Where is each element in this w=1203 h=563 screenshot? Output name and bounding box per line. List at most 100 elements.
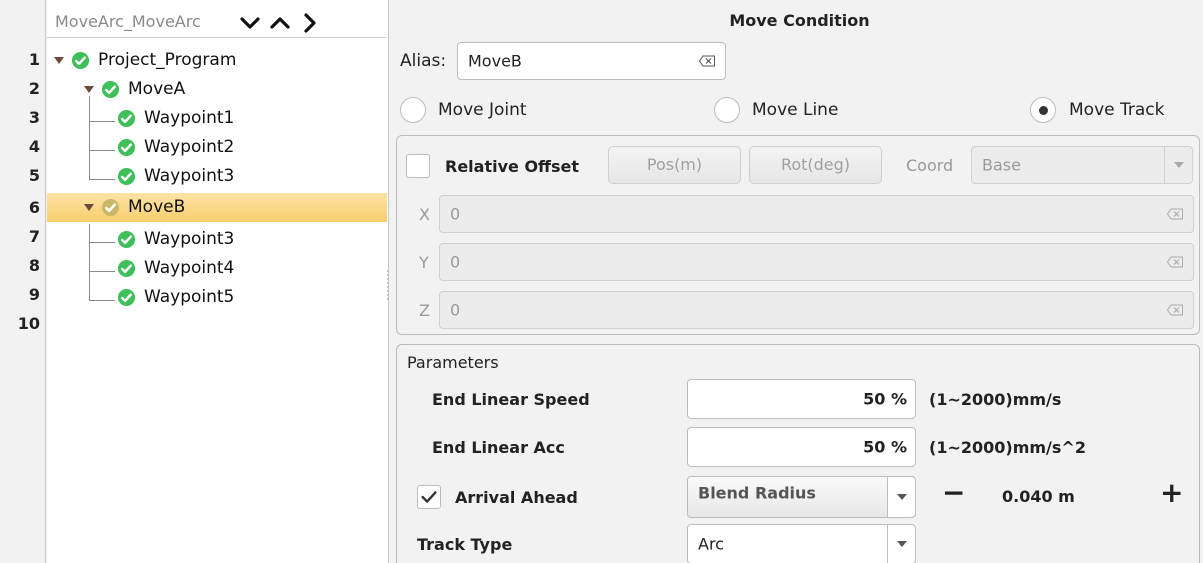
x-label: X	[419, 205, 430, 224]
track-type-select[interactable]: Arc	[687, 524, 916, 563]
coord-dropdown-arrow[interactable]	[1164, 147, 1192, 183]
move-track-radio[interactable]	[1030, 97, 1056, 123]
clear-icon[interactable]	[1167, 304, 1183, 316]
caret-down-icon	[1174, 162, 1184, 168]
check-circle-icon	[117, 230, 136, 248]
arrival-ahead-checkbox[interactable]	[417, 485, 441, 509]
tree-row-project-program[interactable]: Project_Program	[47, 46, 387, 75]
check-circle-icon	[117, 259, 136, 277]
chevron-up-icon[interactable]	[267, 10, 293, 36]
z-label: Z	[419, 301, 430, 320]
tree-node-label: Project_Program	[98, 50, 237, 70]
move-condition-panel: Move Condition Alias: MoveB Move Joint M…	[396, 0, 1203, 563]
tree-row-waypoint[interactable]: Waypoint2	[47, 133, 387, 162]
parameters-group: Parameters End Linear Speed 50 % (1~2000…	[396, 344, 1200, 563]
tree-node-label: Waypoint1	[144, 108, 235, 128]
caret-down-icon	[897, 494, 907, 500]
plus-button[interactable]: +	[1160, 476, 1183, 510]
line-number: 9	[28, 285, 40, 304]
clear-icon[interactable]	[1167, 208, 1183, 220]
track-type-label: Track Type	[417, 535, 513, 554]
move-line-label: Move Line	[752, 100, 839, 120]
caret-down-icon[interactable]	[83, 201, 95, 213]
z-input[interactable]: 0	[439, 291, 1194, 329]
arrival-ahead-label: Arrival Ahead	[455, 488, 578, 507]
clear-icon[interactable]	[1167, 256, 1183, 268]
tree-title: MoveArc_MoveArc	[55, 12, 201, 31]
tree-row-waypoint[interactable]: Waypoint3	[47, 225, 387, 254]
tree-node-label: Waypoint3	[144, 166, 235, 186]
y-input[interactable]: 0	[439, 243, 1194, 281]
caret-down-icon	[897, 541, 907, 547]
z-value: 0	[450, 300, 461, 320]
line-number: 8	[28, 256, 40, 275]
coord-select[interactable]: Base	[971, 146, 1193, 184]
x-value: 0	[450, 204, 461, 224]
chevron-right-icon[interactable]	[297, 10, 323, 36]
alias-input[interactable]: MoveB	[457, 42, 726, 80]
line-number: 10	[17, 314, 40, 333]
relative-offset-label: Relative Offset	[445, 157, 580, 176]
check-circle-icon	[117, 167, 136, 185]
line-number: 2	[28, 79, 40, 98]
relative-offset-group: Relative Offset Pos(m) Rot(deg) Coord Ba…	[396, 135, 1200, 335]
line-number: 5	[28, 166, 40, 185]
program-tree-panel: 1 2 3 4 5 6 7 8 9 10 MoveArc_MoveArc Pro…	[0, 0, 389, 563]
tree-node-label: Waypoint3	[144, 229, 235, 249]
end-linear-acc-input[interactable]: 50 %	[687, 427, 916, 467]
move-joint-radio[interactable]	[400, 97, 426, 123]
line-number: 6	[28, 198, 40, 217]
line-number: 1	[28, 50, 40, 69]
end-linear-speed-value: 50 %	[863, 389, 907, 409]
y-label: Y	[419, 253, 429, 272]
end-linear-acc-value: 50 %	[863, 437, 907, 457]
rot-button[interactable]: Rot(deg)	[749, 146, 882, 184]
move-line-radio[interactable]	[714, 97, 740, 123]
relative-offset-checkbox[interactable]	[406, 154, 430, 178]
tree-row-moveb[interactable]: MoveB	[47, 193, 387, 222]
caret-down-icon[interactable]	[83, 83, 95, 95]
tree-node-label: MoveB	[128, 197, 186, 217]
check-circle-icon	[101, 198, 120, 216]
blend-mode-select[interactable]: Blend Radius	[687, 476, 916, 518]
tree-node-label: Waypoint2	[144, 137, 235, 157]
coord-value: Base	[982, 155, 1021, 175]
end-linear-acc-unit: (1~2000)mm/s^2	[929, 438, 1086, 457]
track-type-dropdown-arrow[interactable]	[887, 525, 915, 563]
check-circle-icon	[71, 51, 90, 69]
tree-row-waypoint[interactable]: Waypoint4	[47, 254, 387, 283]
tree-row-waypoint[interactable]: Waypoint1	[47, 104, 387, 133]
panel-splitter[interactable]	[389, 0, 395, 563]
tree-row-waypoint[interactable]: Waypoint3	[47, 162, 387, 191]
line-number: 3	[28, 108, 40, 127]
alias-label: Alias:	[400, 51, 447, 71]
line-number-gutter: 1 2 3 4 5 6 7 8 9 10	[0, 0, 46, 563]
end-linear-speed-input[interactable]: 50 %	[687, 379, 916, 419]
x-input[interactable]: 0	[439, 195, 1194, 233]
chevron-down-icon[interactable]	[237, 10, 263, 36]
end-linear-speed-label: End Linear Speed	[432, 390, 590, 409]
tree-header: MoveArc_MoveArc	[47, 8, 387, 38]
end-linear-speed-unit: (1~2000)mm/s	[929, 390, 1062, 409]
blend-dropdown-arrow[interactable]	[887, 477, 915, 517]
tree-node-label: Waypoint5	[144, 287, 235, 307]
tree-node-label: Waypoint4	[144, 258, 235, 278]
clear-icon[interactable]	[699, 55, 715, 67]
splitter-handle[interactable]	[387, 270, 389, 300]
check-circle-icon	[117, 109, 136, 127]
coord-label: Coord	[906, 156, 954, 175]
check-circle-icon	[117, 288, 136, 306]
move-track-label: Move Track	[1069, 100, 1165, 120]
check-circle-icon	[101, 80, 120, 98]
parameters-title: Parameters	[407, 353, 499, 372]
tree-node-label: MoveA	[128, 79, 186, 99]
line-number: 4	[28, 137, 40, 156]
line-number: 7	[28, 227, 40, 246]
end-linear-acc-label: End Linear Acc	[432, 438, 565, 457]
tree-row-movea[interactable]: MoveA	[47, 75, 387, 104]
check-circle-icon	[117, 138, 136, 156]
minus-button[interactable]: −	[942, 476, 965, 510]
caret-down-icon[interactable]	[53, 54, 65, 66]
tree-row-waypoint[interactable]: Waypoint5	[47, 283, 387, 312]
pos-button[interactable]: Pos(m)	[608, 146, 741, 184]
